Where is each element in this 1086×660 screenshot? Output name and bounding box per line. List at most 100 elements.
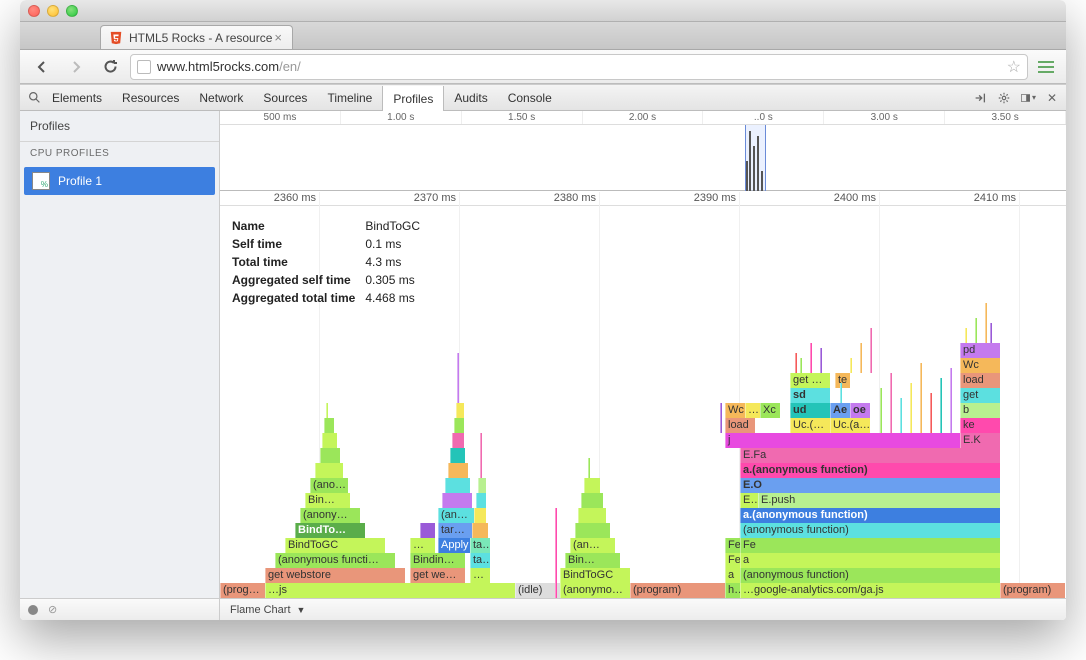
flame-frame[interactable] (795, 353, 797, 373)
flame-frame[interactable]: Uc.(a… (830, 418, 870, 433)
flame-frame[interactable]: Bindin… (410, 553, 465, 568)
flame-frame[interactable]: (program) (1000, 583, 1065, 598)
minimize-window-button[interactable] (47, 5, 59, 17)
flame-chart[interactable]: NameBindToGC Self time0.1 ms Total time4… (220, 206, 1066, 598)
flame-frame[interactable] (880, 388, 882, 433)
flame-frame[interactable] (474, 508, 486, 523)
flame-frame[interactable] (910, 383, 912, 433)
tab-close-icon[interactable]: × (272, 30, 284, 45)
tab-resources[interactable]: Resources (112, 85, 189, 110)
flame-frame[interactable] (320, 448, 340, 463)
tab-audits[interactable]: Audits (444, 85, 497, 110)
flame-frame[interactable]: BindToGC (285, 538, 385, 553)
flame-frame[interactable] (850, 358, 852, 373)
record-button[interactable] (28, 605, 38, 615)
flame-frame[interactable]: … (410, 538, 435, 553)
flame-frame[interactable]: (anonymous function) (740, 568, 1000, 583)
flame-frame[interactable]: oe (850, 403, 870, 418)
flame-frame[interactable]: get we… (410, 568, 465, 583)
flame-frame[interactable] (322, 433, 337, 448)
flame-frame[interactable] (810, 343, 812, 373)
flame-frame[interactable]: Bin… (305, 493, 350, 508)
flame-frame[interactable] (950, 368, 952, 433)
flame-frame[interactable]: BindToGC (560, 568, 630, 583)
tab-elements[interactable]: Elements (42, 85, 112, 110)
flame-frame[interactable] (448, 463, 468, 478)
flame-frame[interactable] (975, 318, 977, 343)
flame-frame[interactable]: te (835, 373, 850, 388)
flame-frame[interactable] (800, 358, 802, 373)
flame-frame[interactable] (588, 458, 590, 478)
flame-frame[interactable] (555, 508, 557, 598)
flame-frame[interactable]: ke (960, 418, 1000, 433)
view-selector[interactable]: Flame Chart ▼ (220, 604, 315, 616)
flame-frame[interactable]: a (725, 568, 740, 583)
flame-frame[interactable] (445, 478, 470, 493)
flame-frame[interactable]: Fe (740, 538, 1000, 553)
flame-frame[interactable]: E… (740, 493, 758, 508)
dock-side-icon[interactable]: ▾ (1020, 90, 1036, 106)
flame-frame[interactable]: (anonymous functi… (275, 553, 395, 568)
flame-frame[interactable] (452, 433, 464, 448)
flame-frame[interactable]: ud (790, 403, 830, 418)
flame-frame[interactable] (840, 383, 842, 403)
flame-frame[interactable]: (an… (570, 538, 615, 553)
flame-frame[interactable]: (ano… (310, 478, 348, 493)
flame-frame[interactable]: E.push (758, 493, 1000, 508)
back-button[interactable] (28, 54, 56, 80)
flame-frame[interactable] (476, 493, 486, 508)
flame-frame[interactable]: Wc (725, 403, 745, 418)
flame-frame[interactable] (480, 433, 482, 478)
flame-frame[interactable]: b (960, 403, 1000, 418)
forward-button[interactable] (62, 54, 90, 80)
browser-tab[interactable]: HTML5 Rocks - A resource × (100, 25, 293, 49)
flame-frame[interactable]: Uc.(… (790, 418, 830, 433)
flame-frame[interactable]: … (745, 403, 760, 418)
search-icon[interactable] (26, 90, 42, 106)
flame-frame[interactable]: …js (265, 583, 515, 598)
flame-frame[interactable]: Ae (830, 403, 850, 418)
flame-frame[interactable]: (an… (438, 508, 478, 523)
flame-frame[interactable]: Bin… (565, 553, 620, 568)
flame-frame[interactable] (456, 403, 464, 418)
tab-sources[interactable]: Sources (253, 85, 317, 110)
tab-console[interactable]: Console (498, 85, 562, 110)
address-bar[interactable]: www.html5rocks.com/en/ ☆ (130, 54, 1028, 80)
flame-frame[interactable]: E.K (960, 433, 1000, 448)
flame-frame[interactable]: load (960, 373, 1000, 388)
flame-frame[interactable]: Fe (725, 538, 740, 553)
flame-frame[interactable]: a.(anonymous function) (740, 463, 1000, 478)
chrome-menu-button[interactable] (1034, 61, 1058, 73)
flame-frame[interactable] (578, 508, 606, 523)
flame-frame[interactable] (965, 328, 967, 343)
flame-frame[interactable] (584, 478, 600, 493)
flame-frame[interactable] (990, 323, 992, 343)
flame-frame[interactable] (985, 303, 987, 343)
flame-frame[interactable]: (anony… (300, 508, 360, 523)
flame-frame[interactable] (581, 493, 603, 508)
tab-timeline[interactable]: Timeline (317, 85, 382, 110)
flame-frame[interactable] (442, 493, 472, 508)
flame-frame[interactable]: j (725, 433, 1000, 448)
flame-frame[interactable] (890, 373, 892, 433)
tab-network[interactable]: Network (189, 85, 253, 110)
flame-frame[interactable]: a (740, 553, 1000, 568)
flame-frame[interactable]: E.Fa (740, 448, 1000, 463)
flame-frame[interactable]: (program) (630, 583, 725, 598)
clear-button[interactable]: ⊘ (48, 603, 57, 616)
settings-gear-icon[interactable] (996, 90, 1012, 106)
flame-frame[interactable]: (idle) (515, 583, 560, 598)
flame-frame[interactable]: pd (960, 343, 1000, 358)
tab-profiles[interactable]: Profiles (382, 86, 444, 111)
flame-frame[interactable] (575, 523, 610, 538)
close-window-button[interactable] (28, 5, 40, 17)
flame-frame[interactable] (920, 363, 922, 433)
flame-frame[interactable] (457, 353, 459, 403)
flame-frame[interactable] (720, 403, 722, 433)
flame-frame[interactable]: a.(anonymous function) (740, 508, 1000, 523)
flame-frame[interactable]: ta… (470, 538, 490, 553)
flame-frame[interactable]: sd (790, 388, 830, 403)
flame-frame[interactable]: E.O (740, 478, 1000, 493)
drawer-toggle-icon[interactable] (972, 90, 988, 106)
timeline-overview[interactable]: 500 ms 1.00 s 1.50 s 2.00 s ..0 s 3.00 s… (220, 111, 1066, 191)
